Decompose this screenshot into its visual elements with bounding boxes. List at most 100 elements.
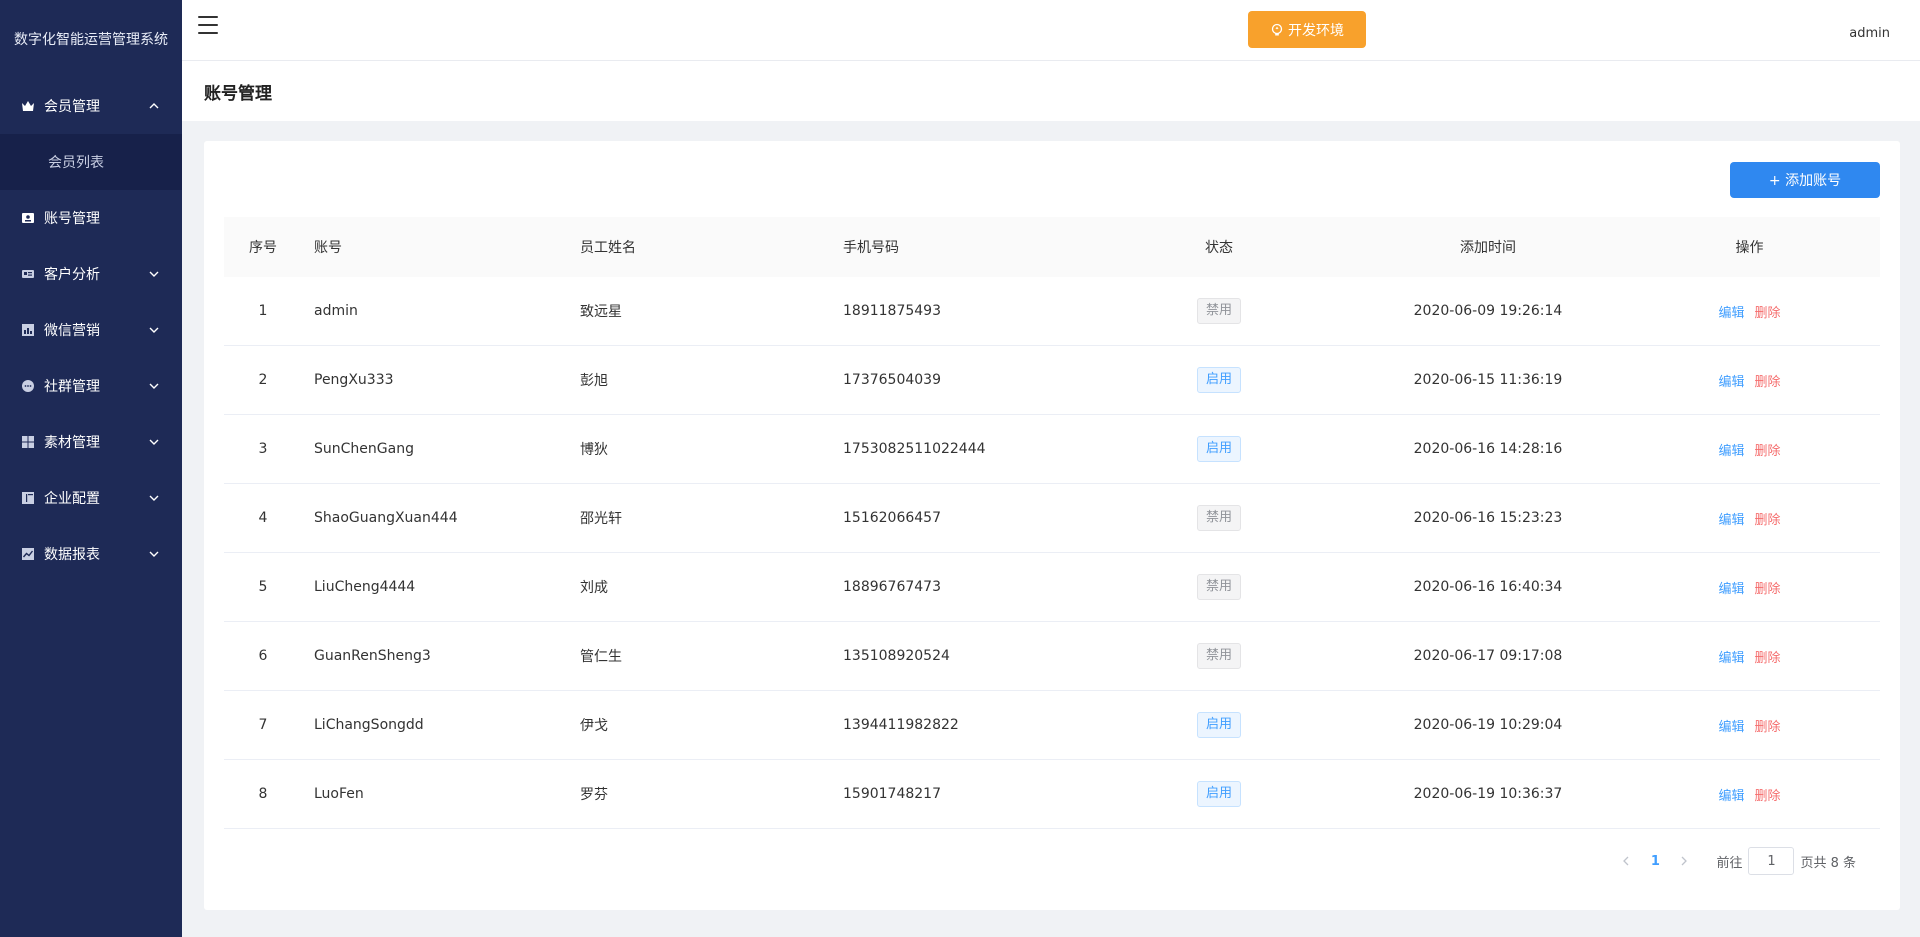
sidebar-item-wechat-marketing[interactable]: 微信营销 [0, 302, 182, 358]
sidebar-item-label: 数据报表 [44, 547, 100, 563]
row-created-time: 2020-06-15 11:36:19 [1413, 372, 1563, 388]
status-badge: 启用 [1196, 712, 1241, 738]
edit-button[interactable]: 编辑 [1718, 789, 1744, 804]
row-status: 启用 [1081, 712, 1357, 738]
pagination: 1 前往 页共 8 条 [1612, 847, 1856, 875]
sidebar-item-enterprise-config[interactable]: 企业配置 [0, 470, 182, 526]
row-actions: 编辑 删除 [1619, 440, 1880, 459]
row-actions: 编辑 删除 [1619, 302, 1880, 321]
status-badge: 禁用 [1196, 505, 1241, 531]
table-row: 1 admin 致远星 18911875493 禁用 2020-06-09 19:26:1… [224, 277, 1880, 346]
row-actions: 编辑 删除 [1619, 785, 1880, 804]
row-account: admin [314, 303, 358, 319]
delete-button[interactable]: 删除 [1755, 513, 1781, 528]
crown-icon [20, 98, 36, 114]
environment-label: 开发环境 [1288, 22, 1344, 39]
layout-icon [20, 490, 36, 506]
row-status: 启用 [1081, 781, 1357, 807]
sidebar-item-account-management[interactable]: 账号管理 [0, 190, 182, 246]
add-account-button[interactable]: + 添加账号 [1730, 162, 1880, 198]
table-row: 5 LiuCheng4444 刘成 18896767473 禁用 2020-06-16 1… [224, 553, 1880, 622]
user-menu[interactable]: admin [1849, 26, 1890, 41]
page-title: 账号管理 [182, 61, 1920, 121]
prev-page-icon[interactable] [1612, 847, 1640, 875]
row-phone: 18911875493 [843, 303, 941, 319]
delete-button[interactable]: 删除 [1755, 582, 1781, 597]
sidebar-subitem-member-list[interactable]: 会员列表 [0, 134, 182, 190]
environment-button[interactable]: 开发环境 [1248, 11, 1366, 48]
edit-button[interactable]: 编辑 [1718, 513, 1744, 528]
accounts-table: 序号 账号 员工姓名 手机号码 状态 添加时间 操作 1 admin 致远星 1891… [224, 217, 1880, 829]
row-status: 禁用 [1081, 298, 1357, 324]
delete-button[interactable]: 删除 [1755, 651, 1781, 666]
edit-button[interactable]: 编辑 [1718, 582, 1744, 597]
sidebar-item-member-management[interactable]: 会员管理 [0, 78, 182, 134]
row-index: 6 [258, 648, 268, 664]
menu-toggle-icon[interactable] [198, 16, 218, 34]
row-employee-name: 伊戈 [580, 718, 608, 734]
edit-button[interactable]: 编辑 [1718, 651, 1744, 666]
sidebar-item-label: 微信营销 [44, 323, 100, 339]
row-status: 禁用 [1081, 574, 1357, 600]
sidebar-item-label: 会员管理 [44, 99, 100, 115]
column-header-index: 序号 [249, 240, 277, 256]
chevron-down-icon [149, 271, 159, 277]
row-account: ShaoGuangXuan444 [314, 510, 458, 526]
line-chart-icon [20, 546, 36, 562]
sidebar-item-data-report[interactable]: 数据报表 [0, 526, 182, 582]
row-employee-name: 博狄 [580, 442, 608, 458]
edit-button[interactable]: 编辑 [1718, 720, 1744, 735]
delete-button[interactable]: 删除 [1755, 720, 1781, 735]
table-body: 1 admin 致远星 18911875493 禁用 2020-06-09 19:26:1… [224, 277, 1880, 829]
row-created-time: 2020-06-19 10:36:37 [1413, 786, 1563, 802]
sidebar-item-customer-analysis[interactable]: 客户分析 [0, 246, 182, 302]
row-created-time: 2020-06-16 14:28:16 [1413, 441, 1563, 457]
edit-button[interactable]: 编辑 [1718, 375, 1744, 390]
column-header-phone: 手机号码 [843, 240, 899, 256]
row-phone: 1394411982822 [843, 717, 959, 733]
edit-button[interactable]: 编辑 [1718, 306, 1744, 321]
delete-button[interactable]: 删除 [1755, 306, 1781, 321]
grid-icon [20, 434, 36, 450]
row-employee-name: 罗芬 [580, 787, 608, 803]
table-row: 8 LuoFen 罗芬 15901748217 启用 2020-06-19 10:36:3… [224, 760, 1880, 829]
row-index: 5 [258, 579, 268, 595]
row-created-time: 2020-06-17 09:17:08 [1413, 648, 1563, 664]
row-actions: 编辑 删除 [1619, 509, 1880, 528]
chevron-up-icon [149, 103, 159, 109]
table-row: 7 LiChangSongdd 伊戈 1394411982822 启用 2020-06-1… [224, 691, 1880, 760]
row-phone: 135108920524 [843, 648, 950, 664]
id-card-icon [20, 210, 36, 226]
row-phone: 15162066457 [843, 510, 941, 526]
delete-button[interactable]: 删除 [1755, 789, 1781, 804]
table-header: 序号 账号 员工姓名 手机号码 状态 添加时间 操作 [224, 217, 1880, 277]
lightbulb-icon [1271, 23, 1283, 35]
row-employee-name: 彭旭 [580, 373, 608, 389]
next-page-icon[interactable] [1670, 847, 1698, 875]
row-created-time: 2020-06-09 19:26:14 [1413, 303, 1563, 319]
sidebar-item-label: 企业配置 [44, 491, 100, 507]
row-actions: 编辑 删除 [1619, 578, 1880, 597]
sidebar: 数字化智能运营管理系统 会员管理 会员列表 账号管理 客户分析 微信营销 社群管… [0, 0, 182, 937]
edit-button[interactable]: 编辑 [1718, 444, 1744, 459]
sidebar-item-label: 客户分析 [44, 267, 100, 283]
row-index: 4 [258, 510, 268, 526]
row-index: 1 [258, 303, 268, 319]
brand-title: 数字化智能运营管理系统 [14, 32, 168, 48]
page-number[interactable]: 1 [1640, 847, 1670, 875]
row-index: 8 [258, 786, 268, 802]
sidebar-item-community-management[interactable]: 社群管理 [0, 358, 182, 414]
sidebar-item-label: 社群管理 [44, 379, 100, 395]
row-index: 2 [258, 372, 268, 388]
delete-button[interactable]: 删除 [1755, 375, 1781, 390]
table-row: 3 SunChenGang 博狄 1753082511022444 启用 2020-06-… [224, 415, 1880, 484]
chevron-down-icon [149, 495, 159, 501]
row-account: GuanRenSheng3 [314, 648, 431, 664]
row-actions: 编辑 删除 [1619, 716, 1880, 735]
sidebar-item-material-management[interactable]: 素材管理 [0, 414, 182, 470]
chevron-down-icon [149, 439, 159, 445]
page-jump-input[interactable] [1748, 847, 1795, 875]
row-created-time: 2020-06-16 16:40:34 [1413, 579, 1563, 595]
status-badge: 启用 [1196, 781, 1241, 807]
delete-button[interactable]: 删除 [1755, 444, 1781, 459]
